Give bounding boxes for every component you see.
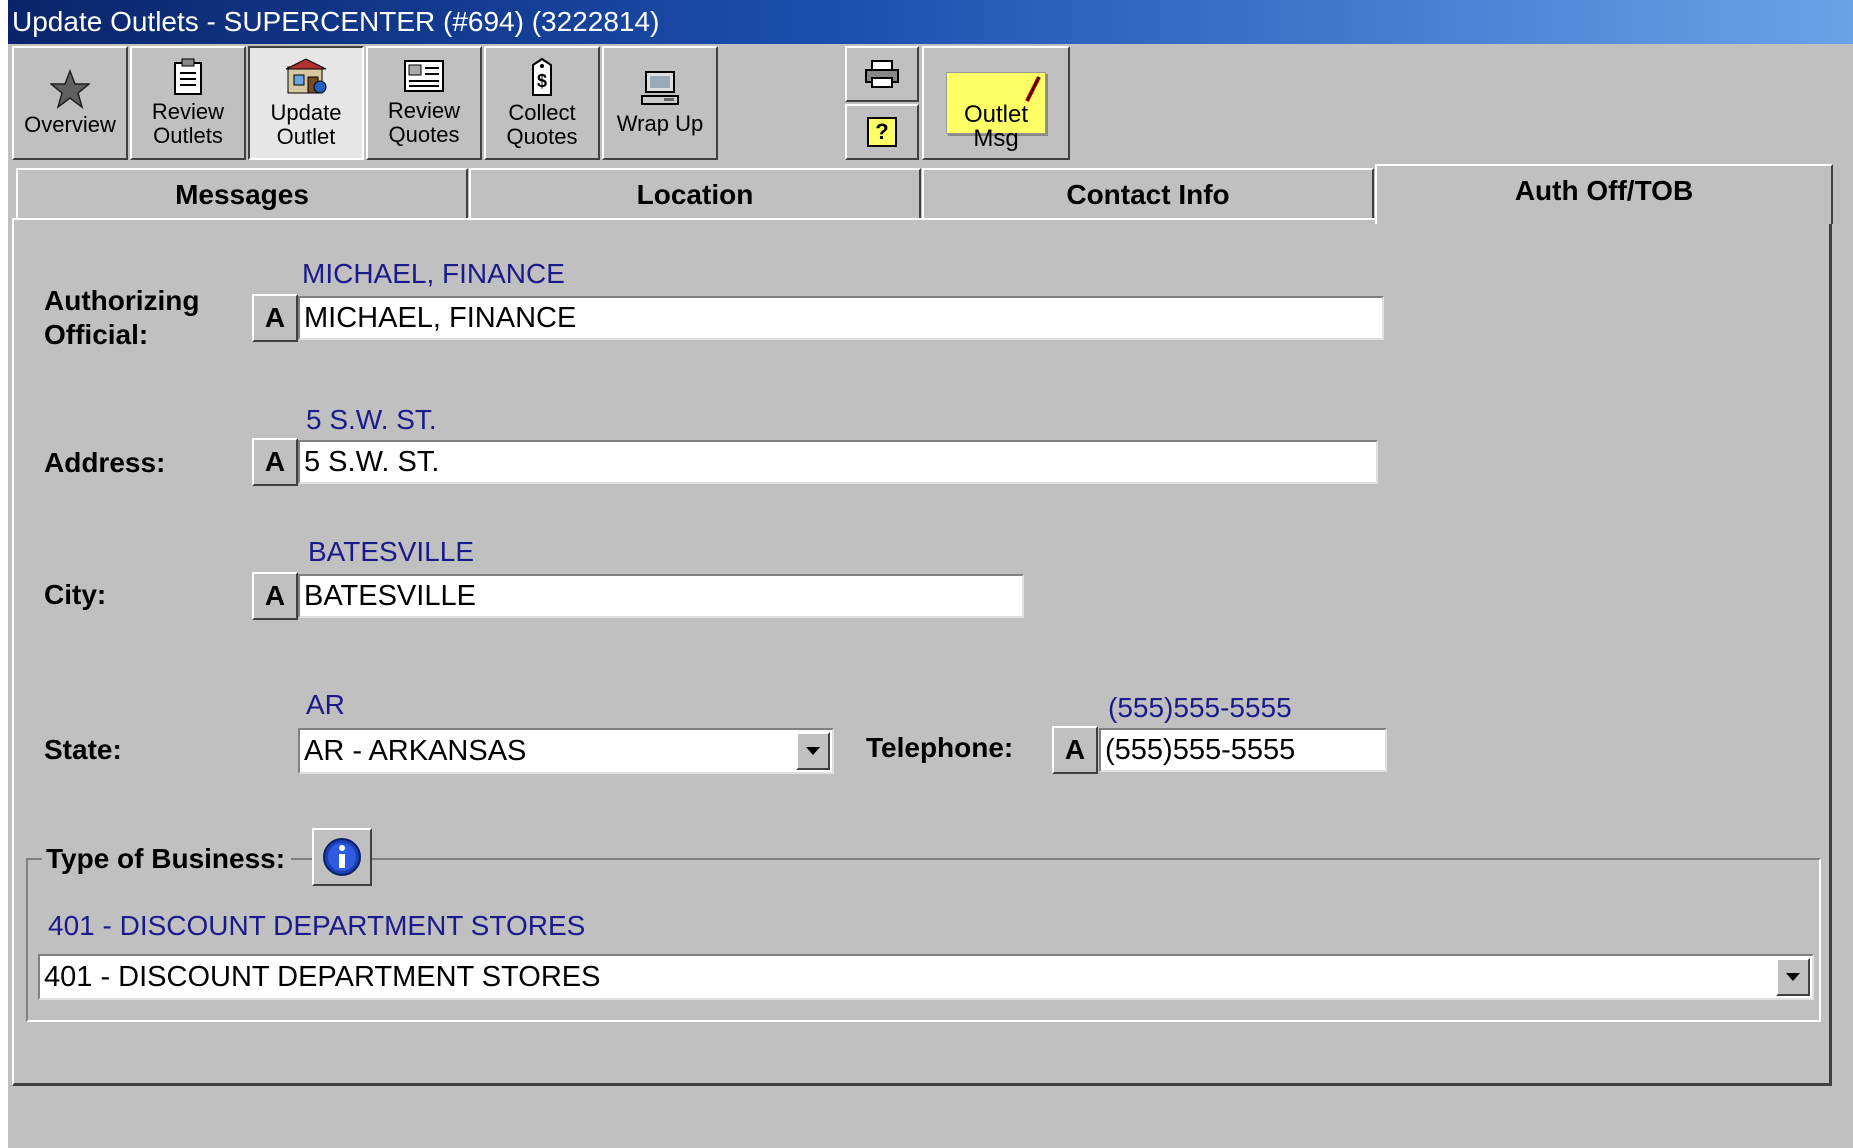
outlet-msg-note: Outlet Msg <box>946 72 1046 151</box>
collect-quotes-button[interactable]: $ Collect Quotes <box>484 46 600 160</box>
telephone-label: Telephone: <box>866 732 1014 763</box>
type-of-business-select[interactable]: 401 - DISCOUNT DEPARTMENT STORES <box>38 954 1814 1000</box>
tab-contact-info[interactable]: Contact Info <box>922 168 1374 220</box>
city-accept-button[interactable]: A <box>252 572 298 620</box>
help-icon: ? <box>867 117 897 147</box>
type-of-business-info-button[interactable] <box>312 828 372 886</box>
info-icon <box>323 838 361 876</box>
wrap-up-button[interactable]: Wrap Up <box>602 46 718 160</box>
price-tag-icon: $ <box>532 57 552 96</box>
state-dropdown-button[interactable] <box>796 732 830 770</box>
address-accept-button[interactable]: A <box>252 438 298 486</box>
svg-text:$: $ <box>537 71 547 91</box>
review-quotes-label: Review Quotes <box>387 98 461 147</box>
print-button[interactable] <box>845 46 919 102</box>
type-of-business-dropdown-button[interactable] <box>1776 958 1810 996</box>
review-quotes-button[interactable]: Review Quotes <box>366 46 482 160</box>
city-original: BATESVILLE <box>308 536 475 567</box>
state-select[interactable]: AR - ARKANSAS <box>298 728 834 774</box>
quotes-sheet-icon <box>404 60 444 92</box>
state-original: AR <box>306 689 345 720</box>
address-original: 5 S.W. ST. <box>306 404 437 435</box>
clipboard-icon <box>174 58 202 95</box>
update-outlet-label: Update Outlet <box>270 100 342 149</box>
outlet-msg-button[interactable]: Outlet Msg <box>922 46 1070 160</box>
overview-label: Overview <box>24 112 116 137</box>
chevron-down-icon <box>1786 973 1800 981</box>
wrap-up-label: Wrap Up <box>616 111 704 136</box>
authorizing-official-original: MICHAEL, FINANCE <box>302 258 565 289</box>
pencil-icon <box>1025 76 1041 102</box>
authorizing-official-label: Authorizing Official: <box>44 285 200 350</box>
address-input[interactable]: 5 S.W. ST. <box>298 440 1378 484</box>
overview-button[interactable]: Overview <box>12 46 128 160</box>
window-title: Update Outlets - SUPERCENTER (#694) (322… <box>8 0 1853 44</box>
chevron-down-icon <box>806 747 820 755</box>
type-of-business-original: 401 - DISCOUNT DEPARTMENT STORES <box>48 910 586 941</box>
state-selected-value: AR - ARKANSAS <box>304 735 527 767</box>
computer-icon <box>641 71 679 105</box>
outlet-msg-label: Outlet Msg <box>963 101 1029 152</box>
tab-auth-off-tob[interactable]: Auth Off/TOB <box>1375 164 1833 224</box>
printer-icon <box>865 60 899 88</box>
review-outlets-button[interactable]: Review Outlets <box>130 46 246 160</box>
update-outlet-button[interactable]: Update Outlet <box>248 46 364 160</box>
star-icon <box>50 69 90 109</box>
address-label: Address: <box>44 447 166 478</box>
tab-location[interactable]: Location <box>469 168 921 220</box>
city-input[interactable]: BATESVILLE <box>298 574 1024 618</box>
state-label: State: <box>44 734 122 765</box>
type-of-business-selected-value: 401 - DISCOUNT DEPARTMENT STORES <box>44 961 601 993</box>
update-outlets-window: Update Outlets - SUPERCENTER (#694) (322… <box>8 0 1853 1148</box>
collect-quotes-label: Collect Quotes <box>506 100 578 149</box>
tab-messages[interactable]: Messages <box>16 168 468 220</box>
help-button[interactable]: ? <box>845 104 919 160</box>
city-label: City: <box>44 579 107 610</box>
store-update-icon <box>285 58 327 94</box>
telephone-accept-button[interactable]: A <box>1052 726 1098 774</box>
authorizing-official-accept-button[interactable]: A <box>252 294 298 342</box>
telephone-input[interactable]: (555)555-5555 <box>1099 728 1387 772</box>
telephone-original: (555)555-5555 <box>1108 692 1292 723</box>
type-of-business-label: Type of Business: <box>42 842 292 876</box>
review-outlets-label: Review Outlets <box>151 99 225 148</box>
authorizing-official-input[interactable]: MICHAEL, FINANCE <box>298 296 1384 340</box>
